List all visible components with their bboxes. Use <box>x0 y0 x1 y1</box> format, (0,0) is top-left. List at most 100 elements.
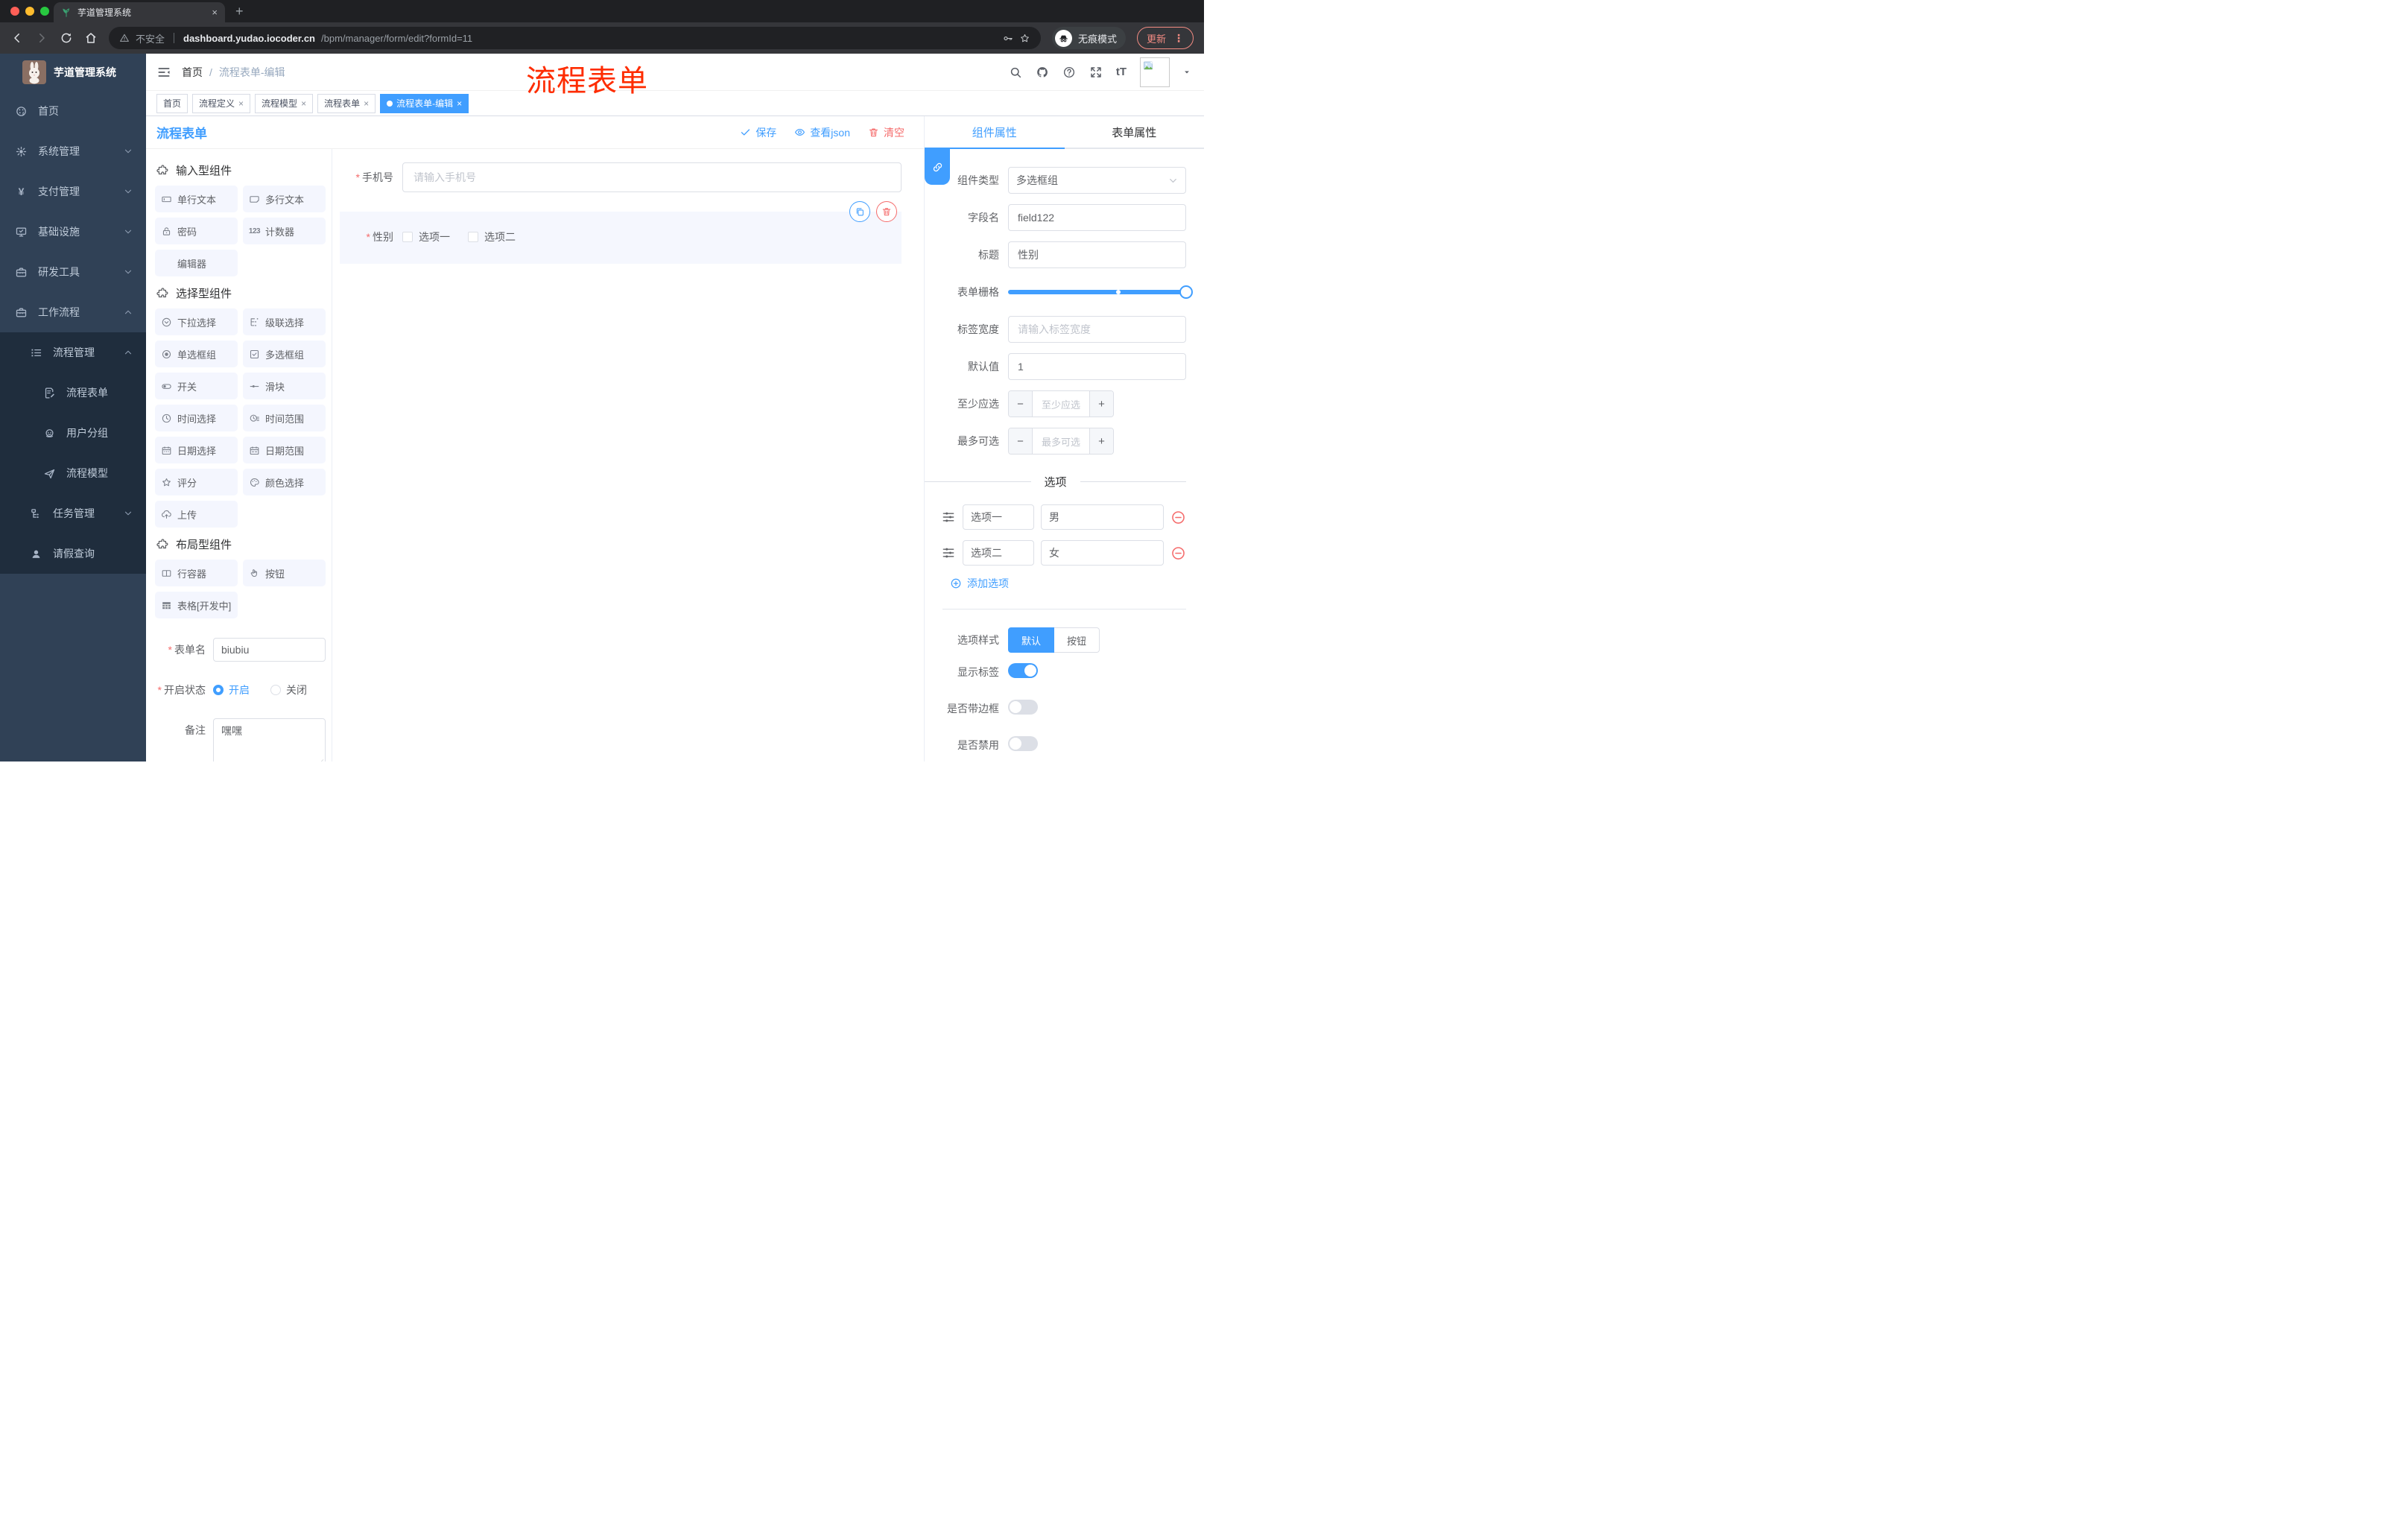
component-item[interactable]: 日期范围 <box>243 437 326 463</box>
sidebar-item[interactable]: 流程模型 <box>0 453 146 493</box>
checkbox-icon[interactable] <box>468 232 478 242</box>
style-option-button[interactable]: 按钮 <box>1054 627 1100 653</box>
minimize-window-button[interactable] <box>25 7 34 16</box>
component-item[interactable]: 上传 <box>155 501 238 528</box>
copy-component-button[interactable] <box>849 201 870 222</box>
option-name-input[interactable] <box>963 540 1034 566</box>
component-item[interactable]: 时间范围 <box>243 405 326 431</box>
close-tag-icon[interactable]: × <box>457 98 462 109</box>
close-tag-icon[interactable]: × <box>364 98 369 109</box>
component-item[interactable]: 多行文本 <box>243 186 326 212</box>
sidebar-item[interactable]: 用户分组 <box>0 413 146 453</box>
checkbox-option[interactable]: 选项一 <box>402 229 450 244</box>
component-item[interactable]: 表格[开发中] <box>155 592 238 618</box>
close-window-button[interactable] <box>10 7 19 16</box>
collapse-sidebar-icon[interactable] <box>156 65 171 80</box>
home-icon[interactable] <box>84 31 98 45</box>
user-avatar[interactable] <box>1140 57 1170 87</box>
password-key-icon[interactable] <box>1002 33 1013 44</box>
checkbox-icon[interactable] <box>402 232 413 242</box>
maximize-window-button[interactable] <box>40 7 49 16</box>
stepper-placeholder[interactable]: 至少应选 <box>1033 391 1089 417</box>
toggle-switch[interactable] <box>1008 736 1038 751</box>
sidebar-item[interactable]: 系统管理 <box>0 131 146 171</box>
tag-item[interactable]: 流程表单-编辑 × <box>380 93 469 113</box>
back-icon[interactable] <box>10 31 24 45</box>
label-width-input[interactable] <box>1008 316 1186 343</box>
remove-option-icon[interactable] <box>1170 545 1186 561</box>
address-bar[interactable]: 不安全 dashboard.yudao.iocoder.cn/bpm/manag… <box>109 27 1041 49</box>
stepper-increase-button[interactable]: + <box>1089 391 1113 417</box>
update-button[interactable]: 更新 ⋮ <box>1136 27 1194 49</box>
form-remark-textarea[interactable]: 嘿嘿 <box>213 718 326 762</box>
sidebar-item[interactable]: 研发工具 <box>0 252 146 292</box>
tag-item[interactable]: 流程定义 × <box>192 93 251 113</box>
stepper-decrease-button[interactable]: − <box>1009 428 1033 454</box>
sidebar-item[interactable]: 请假查询 <box>0 533 146 574</box>
stepper-increase-button[interactable]: + <box>1089 428 1113 454</box>
component-item[interactable]: 行容器 <box>155 560 238 586</box>
delete-component-button[interactable] <box>876 201 897 222</box>
tab-component-props[interactable]: 组件属性 <box>925 116 1065 148</box>
bookmark-star-icon[interactable] <box>1019 33 1030 44</box>
sidebar-item[interactable]: 首页 <box>0 91 146 131</box>
help-icon[interactable] <box>1062 66 1076 79</box>
tab-form-props[interactable]: 表单属性 <box>1065 116 1205 148</box>
drag-handle-icon[interactable] <box>941 545 956 560</box>
component-item[interactable]: 按钮 <box>243 560 326 586</box>
browser-tab[interactable]: 芋道管理系统 × <box>54 2 225 22</box>
font-size-icon[interactable]: tT <box>1116 66 1127 78</box>
github-icon[interactable] <box>1036 66 1049 79</box>
fullscreen-icon[interactable] <box>1089 66 1103 79</box>
component-item[interactable]: 单选框组 <box>155 341 238 367</box>
option-value-input[interactable] <box>1041 540 1164 566</box>
sidebar-item[interactable]: 流程管理 <box>0 332 146 373</box>
component-type-select[interactable]: 多选框组 <box>1008 167 1186 194</box>
component-item[interactable]: 多选框组 <box>243 341 326 367</box>
close-tab-icon[interactable]: × <box>212 7 218 18</box>
stepper-decrease-button[interactable]: − <box>1009 391 1033 417</box>
option-name-input[interactable] <box>963 504 1034 530</box>
window-controls[interactable] <box>10 7 49 16</box>
component-item[interactable]: 开关 <box>155 373 238 399</box>
checkbox-option[interactable]: 选项二 <box>468 229 516 244</box>
forward-icon[interactable] <box>35 31 48 45</box>
sidebar-item[interactable]: 任务管理 <box>0 493 146 533</box>
component-item[interactable]: 颜色选择 <box>243 469 326 495</box>
view-json-button[interactable]: 查看json <box>794 125 850 140</box>
reload-icon[interactable] <box>60 31 73 45</box>
data-binding-tab[interactable] <box>925 149 950 185</box>
close-tag-icon[interactable]: × <box>301 98 306 109</box>
drag-handle-icon[interactable] <box>941 510 956 525</box>
search-icon[interactable] <box>1009 66 1022 79</box>
component-item[interactable]: 级联选择 <box>243 308 326 335</box>
selected-component-block[interactable]: 性别 选项一 选项二 <box>340 201 902 264</box>
slider-knob[interactable] <box>1179 285 1193 299</box>
style-option-button[interactable]: 默认 <box>1008 627 1055 653</box>
toggle-switch[interactable] <box>1008 700 1038 715</box>
title-input[interactable] <box>1008 241 1186 268</box>
clear-button[interactable]: 清空 <box>868 125 904 140</box>
component-item[interactable]: 时间选择 <box>155 405 238 431</box>
close-tag-icon[interactable]: × <box>238 98 244 109</box>
new-tab-button[interactable]: + <box>235 4 244 22</box>
component-item[interactable]: 123 计数器 <box>243 218 326 244</box>
component-item[interactable]: 编辑器 <box>155 250 238 276</box>
breadcrumb-home[interactable]: 首页 <box>182 65 203 80</box>
form-grid-slider[interactable] <box>1008 279 1193 305</box>
avatar-caret-icon[interactable] <box>1183 69 1191 76</box>
component-item[interactable]: 单行文本 <box>155 186 238 212</box>
component-item[interactable]: 密码 <box>155 218 238 244</box>
remove-option-icon[interactable] <box>1170 510 1186 525</box>
component-item[interactable]: 滑块 <box>243 373 326 399</box>
component-item[interactable]: 评分 <box>155 469 238 495</box>
form-name-input[interactable] <box>213 638 326 662</box>
sidebar-item[interactable]: ¥ 支付管理 <box>0 171 146 212</box>
sidebar-item[interactable]: 基础设施 <box>0 212 146 252</box>
component-item[interactable]: 下拉选择 <box>155 308 238 335</box>
toggle-switch[interactable] <box>1008 663 1038 678</box>
sidebar-item[interactable]: 流程表单 <box>0 373 146 413</box>
status-on-radio[interactable]: 开启 <box>213 683 250 697</box>
browser-menu-dots-icon[interactable]: ⋮ <box>1173 32 1184 45</box>
field-name-input[interactable] <box>1008 204 1186 231</box>
